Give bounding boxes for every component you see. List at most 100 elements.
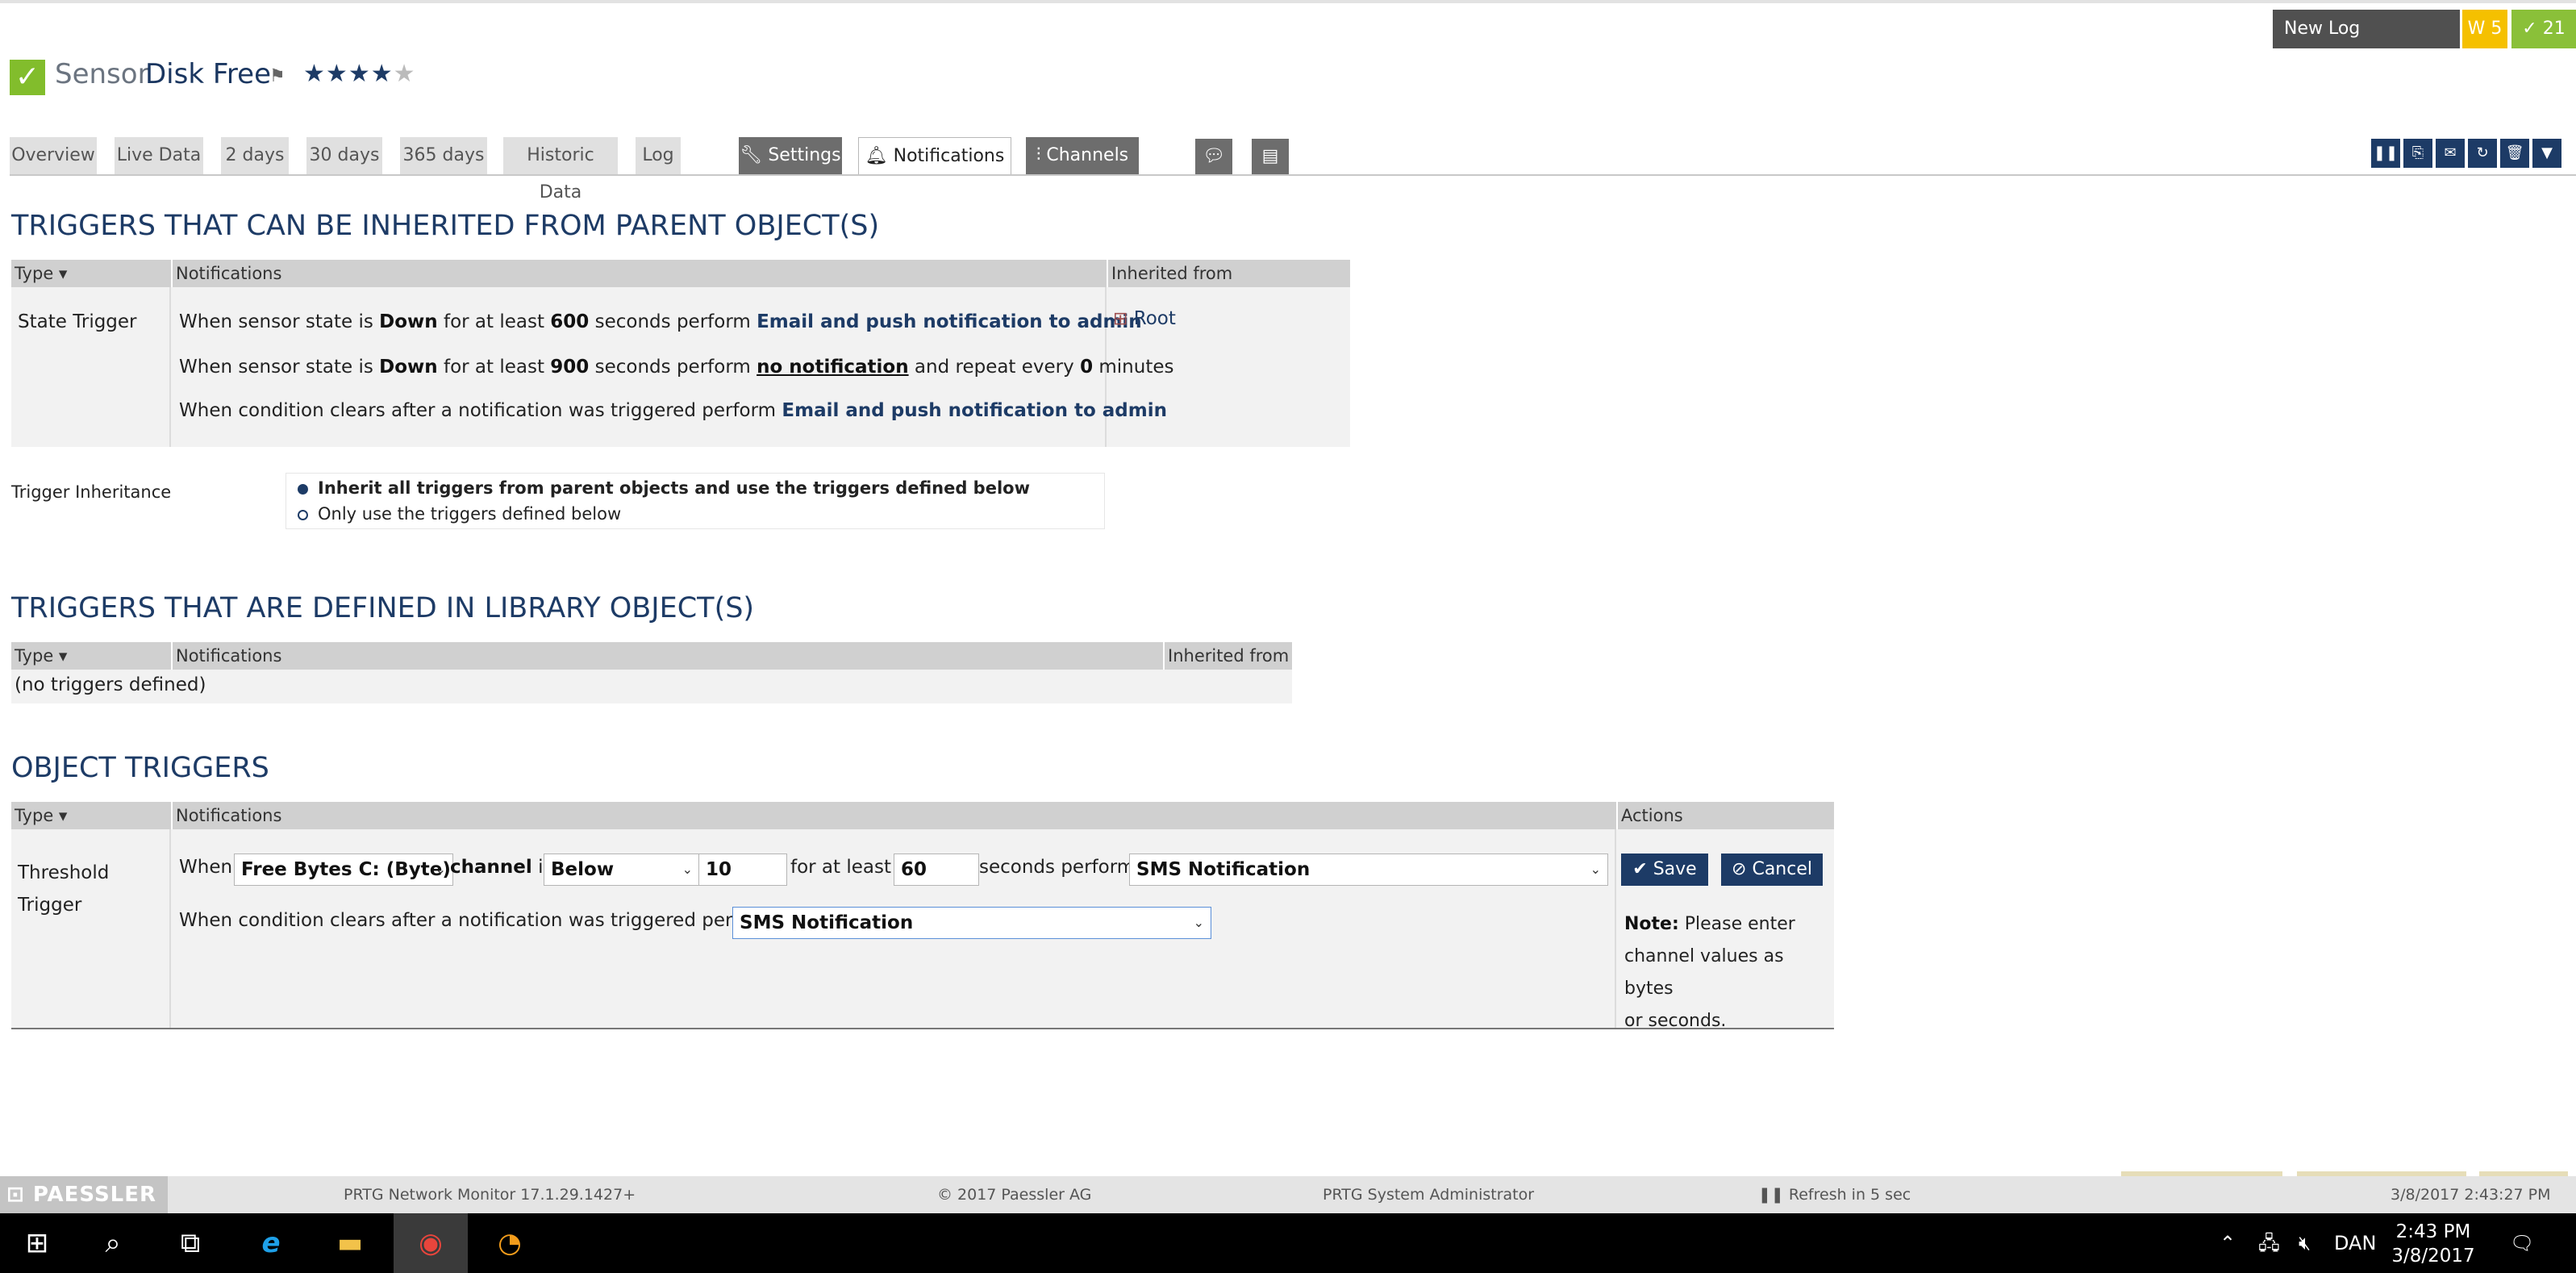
trigger-line-3: When condition clears after a notificati…: [179, 400, 1167, 421]
seconds-perform-label: seconds perform: [979, 857, 1136, 878]
object-triggers-title: OBJECT TRIGGERS: [11, 752, 269, 784]
notification-link[interactable]: Email and push notification to admin: [782, 400, 1167, 421]
object-table-header: Type ▾ Notifications Actions: [11, 802, 1834, 829]
history-tab-icon[interactable]: ▤: [1252, 139, 1289, 174]
tab-channels-label: Channels: [1046, 145, 1129, 165]
language-indicator[interactable]: DAN: [2334, 1213, 2376, 1273]
when-label: When: [179, 857, 233, 878]
seconds-input[interactable]: 60: [894, 854, 979, 886]
radio-empty-icon: [298, 509, 308, 520]
object-table-body: Threshold Trigger When Free Bytes C: (By…: [11, 829, 1834, 1031]
file-explorer-icon[interactable]: ▬: [313, 1213, 387, 1273]
chevron-down-icon: ⌄: [1193, 915, 1204, 930]
internet-explorer-icon[interactable]: e: [234, 1213, 308, 1273]
tab-log[interactable]: Log: [636, 137, 681, 174]
flag-icon[interactable]: ⚑: [269, 66, 286, 86]
trigger-type: State Trigger: [18, 311, 137, 332]
action-select[interactable]: SMS Notification ⌄: [1129, 854, 1608, 886]
network-icon[interactable]: 🖧︎: [2258, 1213, 2280, 1273]
tab-365-days[interactable]: 365 days: [400, 137, 487, 174]
col-type-label: Type: [15, 264, 54, 283]
col-type[interactable]: Type ▾: [11, 642, 171, 670]
trigger-inheritance-options: Inherit all triggers from parent objects…: [286, 473, 1105, 529]
tab-30-days[interactable]: 30 days: [306, 137, 382, 174]
radio-selected-icon: [298, 483, 308, 495]
clear-action-select[interactable]: SMS Notification ⌄: [732, 907, 1211, 939]
trigger-line-2: When sensor state is Down for at least 9…: [179, 357, 1174, 378]
bell-icon: 🔔︎: [865, 146, 888, 166]
library-table-header: Type ▾ Notifications Inherited from: [11, 642, 1292, 670]
col-type[interactable]: Type ▾: [11, 802, 171, 829]
tab-channels[interactable]: ⫶ Channels: [1026, 137, 1139, 174]
tab-historic-data[interactable]: Historic Data: [503, 137, 618, 202]
clear-condition-label: When condition clears after a notificati…: [179, 910, 777, 931]
comments-tab-icon[interactable]: 💬︎: [1195, 139, 1232, 174]
taskbar-clock[interactable]: 2:43 PM 3/8/2017: [2381, 1220, 2486, 1268]
inherited-triggers-title: TRIGGERS THAT CAN BE INHERITED FROM PARE…: [11, 210, 880, 242]
mail-icon[interactable]: ✉: [2436, 139, 2465, 168]
inherited-table-header: Type ▾ Notifications Inherited from: [11, 260, 1350, 287]
trigger-line-1: When sensor state is Down for at least 6…: [179, 311, 1142, 332]
tab-2-days[interactable]: 2 days: [221, 137, 289, 174]
sort-down-icon: ▾: [58, 264, 68, 283]
root-link[interactable]: Root: [1134, 308, 1176, 329]
cancel-button[interactable]: ⊘ Cancel: [1721, 854, 1823, 886]
tab-settings-label: Settings: [768, 145, 841, 165]
priority-rating[interactable]: ★★★★★: [303, 60, 416, 88]
task-view-icon[interactable]: ⧉: [153, 1213, 227, 1273]
delete-icon[interactable]: 🗑︎: [2500, 139, 2529, 168]
save-button[interactable]: ✔ Save: [1621, 854, 1708, 886]
action-center-icon[interactable]: 🗨︎: [2510, 1213, 2534, 1273]
sort-down-icon: ▾: [58, 646, 68, 666]
tab-live-data[interactable]: Live Data: [115, 137, 203, 174]
pause-icon[interactable]: ❚❚: [2371, 139, 2400, 168]
col-inherited-from: Inherited from: [1107, 260, 1348, 287]
for-at-least-label: for at least: [790, 857, 891, 878]
ok-badge[interactable]: ✓ 21: [2511, 10, 2576, 48]
check-icon: ✔: [1632, 859, 1648, 879]
log-label: New Log Entries: [2284, 19, 2361, 77]
condition-select[interactable]: Below ⌄: [544, 854, 700, 886]
col-notifications: Notifications: [171, 802, 1618, 829]
channel-select[interactable]: Free Bytes C: (Byte) ⌄: [234, 854, 453, 886]
windows-taskbar: ⊞ ⌕ ⧉ e ▬ ◉ ◔ ⌃ 🖧︎ 🔇︎ DAN 2:43 PM 3/8/20…: [0, 1213, 2576, 1273]
star-empty-icon[interactable]: ★: [394, 60, 416, 88]
trigger-type: Threshold Trigger: [18, 862, 110, 916]
clone-icon[interactable]: ⎘: [2403, 139, 2432, 168]
footer-tab[interactable]: [2121, 1171, 2282, 1176]
windows-start-icon[interactable]: ⊞: [0, 1213, 74, 1273]
col-inherited-from: Inherited from: [1163, 642, 1292, 670]
refresh-control[interactable]: ❚❚ Refresh in 5 sec: [1758, 1176, 1911, 1213]
star-filled-icon[interactable]: ★: [371, 60, 394, 88]
star-filled-icon[interactable]: ★: [303, 60, 326, 88]
new-log-entries-badge[interactable]: New Log Entries 60: [2273, 10, 2460, 77]
search-icon[interactable]: ⌕: [76, 1213, 150, 1273]
inherited-from-root[interactable]: ⊞ Root: [1113, 308, 1176, 329]
channels-icon: ⫶: [1036, 145, 1041, 165]
chevron-up-icon[interactable]: ⌃: [2220, 1213, 2236, 1273]
status-footer: ⊡ PAESSLER PRTG Network Monitor 17.1.29.…: [0, 1171, 2576, 1213]
note-text: Note: Please enter channel values as byt…: [1624, 914, 1795, 1031]
no-notification-link[interactable]: no notification: [757, 357, 909, 378]
pause-icon: ❚❚: [1758, 1186, 1784, 1204]
notification-link[interactable]: Email and push notification to admin: [757, 311, 1142, 332]
col-type[interactable]: Type ▾: [11, 260, 171, 287]
radio-only-defined[interactable]: Only use the triggers defined below: [298, 504, 621, 524]
user-text[interactable]: PRTG System Administrator: [1323, 1176, 1534, 1213]
tab-overview[interactable]: Overview: [10, 137, 97, 174]
star-filled-icon[interactable]: ★: [348, 60, 371, 88]
star-filled-icon[interactable]: ★: [326, 60, 348, 88]
footer-datetime: 3/8/2017 2:43:27 PM: [2391, 1186, 2551, 1204]
threshold-input[interactable]: 10: [698, 854, 787, 886]
tab-notifications[interactable]: 🔔︎ Notifications: [858, 137, 1011, 176]
tab-settings[interactable]: 🔧︎ Settings: [739, 137, 842, 174]
warning-badge[interactable]: W 5: [2462, 10, 2507, 48]
radio-inherit-all[interactable]: Inherit all triggers from parent objects…: [298, 478, 1030, 498]
copyright-text: © 2017 Paessler AG: [937, 1186, 1092, 1204]
top-edge: [0, 0, 2576, 3]
refresh-icon[interactable]: ↻: [2468, 139, 2497, 168]
chrome-icon[interactable]: ◉: [394, 1213, 468, 1273]
prtg-app-icon[interactable]: ◔: [473, 1213, 547, 1273]
more-dropdown-icon[interactable]: ▼: [2532, 139, 2561, 168]
speaker-muted-icon[interactable]: 🔇︎: [2299, 1213, 2311, 1273]
